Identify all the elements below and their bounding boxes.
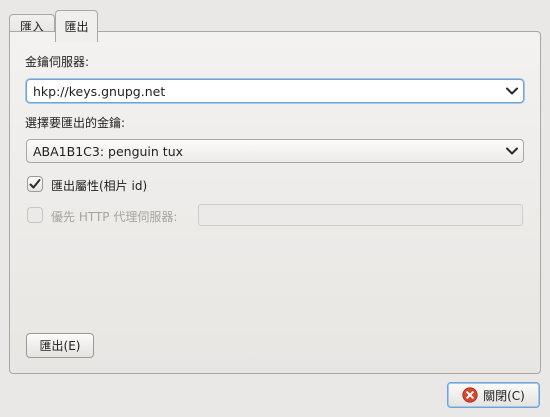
key-select-value: ABA1B1C3: penguin tux: [33, 143, 184, 159]
keyserver-label: 金鑰伺服器:: [25, 55, 90, 69]
export-attributes-checkbox[interactable]: [27, 176, 43, 192]
close-circle-icon: [462, 387, 478, 403]
tab-export[interactable]: 匯出: [55, 10, 98, 42]
export-keys-dialog: 匯入 匯出 金鑰伺服器: hkp://keys.gnupg.net 選擇要匯出的…: [0, 0, 550, 417]
export-button[interactable]: 匯出(E): [26, 333, 94, 358]
checkmark-icon: [29, 179, 41, 189]
keyserver-value: hkp://keys.gnupg.net: [33, 83, 166, 99]
close-button-label: 關閉(C): [483, 388, 525, 403]
export-button-label: 匯出(E): [39, 339, 81, 353]
keyserver-select[interactable]: hkp://keys.gnupg.net: [26, 79, 524, 103]
chevron-down-icon: [501, 80, 523, 102]
http-proxy-label: 優先 HTTP 代理伺服器:: [51, 210, 178, 224]
export-attributes-label: 匯出屬性(相片 id): [51, 179, 148, 193]
http-proxy-checkbox[interactable]: [27, 207, 43, 223]
close-button[interactable]: 關閉(C): [447, 382, 540, 408]
chevron-down-icon: [501, 140, 523, 162]
key-select-label: 選擇要匯出的金鑰:: [25, 116, 126, 130]
http-proxy-input[interactable]: [198, 204, 523, 226]
key-select[interactable]: ABA1B1C3: penguin tux: [26, 139, 524, 163]
tab-export-label: 匯出: [64, 20, 89, 34]
